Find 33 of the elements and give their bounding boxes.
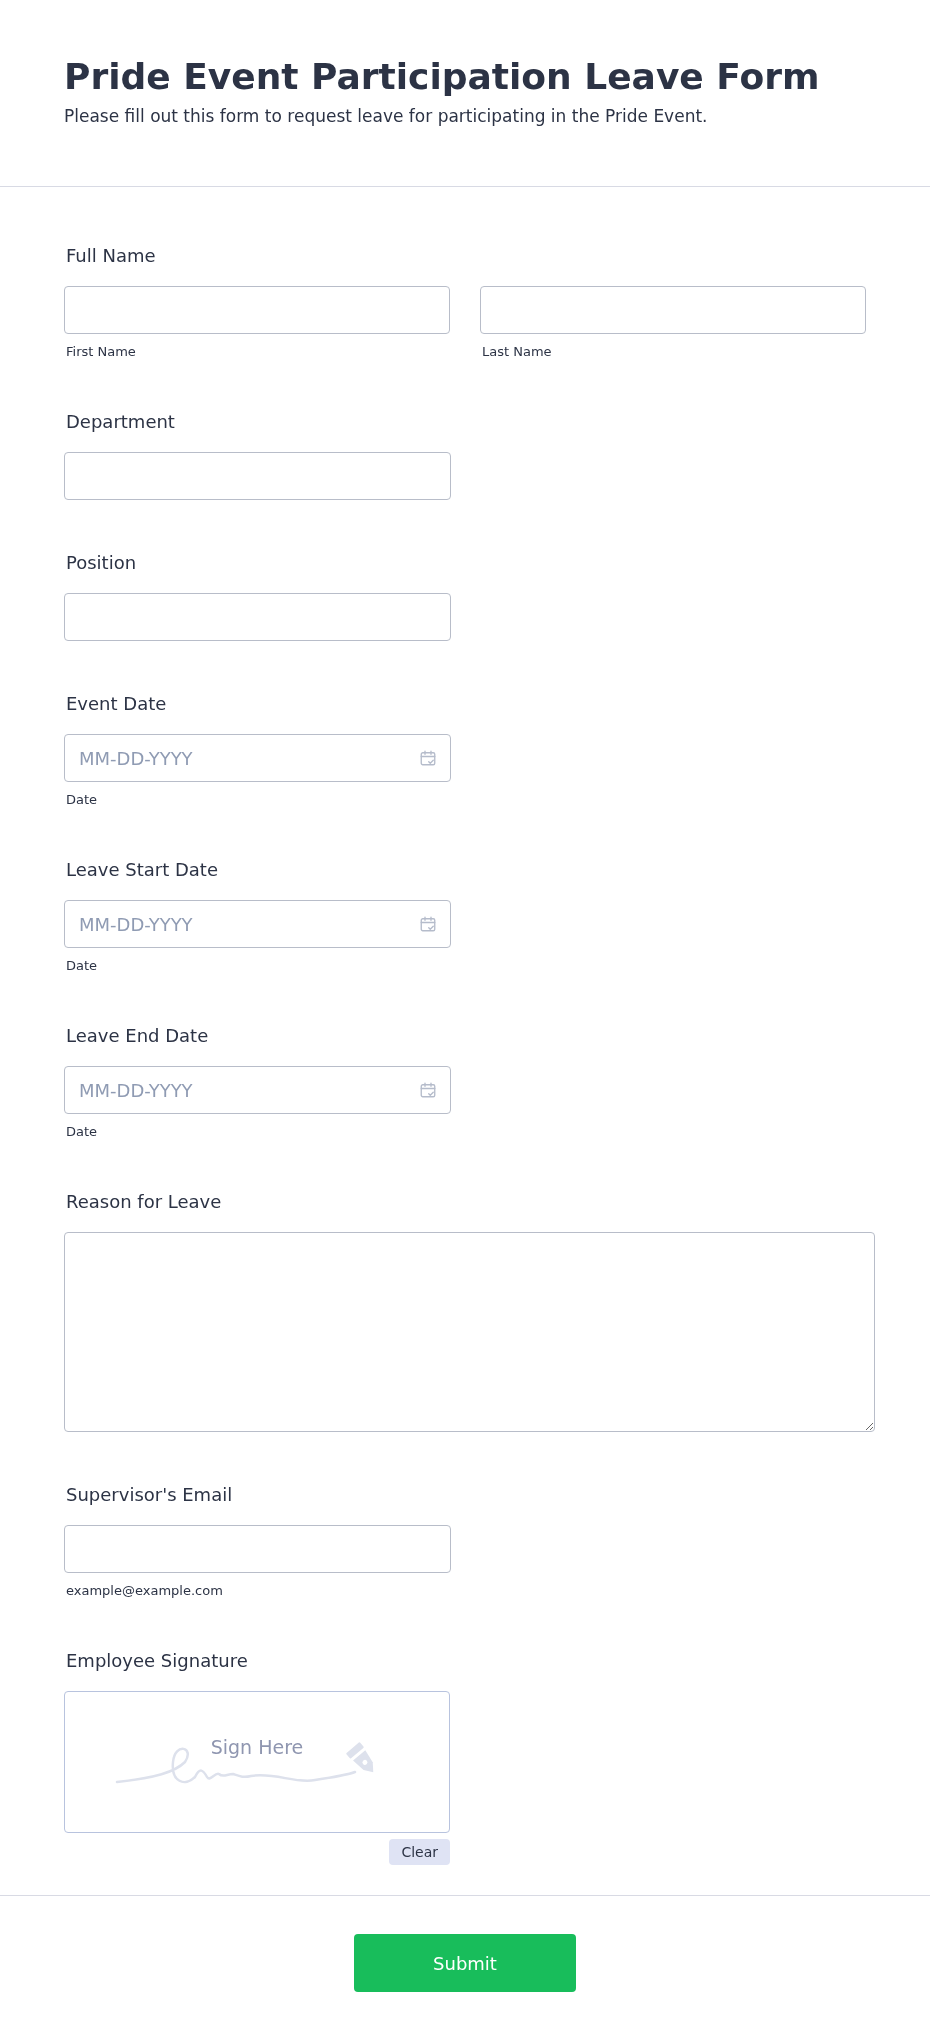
clear-button[interactable]: Clear [389,1839,450,1865]
sublabel: Date [66,958,99,973]
signature-prompt: Sign Here [210,1736,304,1760]
field-label: Department [66,411,176,432]
field-label: Leave Start Date [66,859,219,880]
field-label: Event Date [66,693,168,714]
field-label: Position [66,552,138,573]
text-input[interactable] [64,452,451,500]
calendar-icon[interactable] [419,915,437,933]
date-field[interactable]: MM-DD-YYYY [64,734,451,782]
sublabel: First Name [66,344,137,359]
email-input[interactable] [64,1525,451,1573]
sublabel: Date [66,1124,99,1139]
field-label: Leave End Date [66,1025,210,1046]
field-label: Employee Signature [66,1650,249,1671]
text-input[interactable] [64,593,451,641]
calendar-icon[interactable] [419,1081,437,1099]
text-area[interactable] [64,1232,875,1432]
date-field[interactable]: MM-DD-YYYY [64,1066,451,1114]
text-input[interactable] [480,286,866,334]
sublabel: Date [66,792,99,807]
date-field[interactable]: MM-DD-YYYY [64,900,451,948]
field-label: Reason for Leave [66,1191,223,1212]
sublabel: example@example.com [66,1583,224,1598]
field-label: Full Name [66,245,157,266]
text-input[interactable] [64,286,450,334]
calendar-icon[interactable] [419,749,437,767]
form-subtitle: Please fill out this form to request leave for participating in the Pride Event. [64,106,709,126]
field-label: Supervisor's Email [66,1484,234,1505]
sublabel: Last Name [482,344,553,359]
form-title: Pride Event Participation Leave Form [64,55,821,99]
submit-button[interactable]: Submit [354,1934,576,1992]
signature-pad[interactable]: Sign Here [64,1691,450,1833]
